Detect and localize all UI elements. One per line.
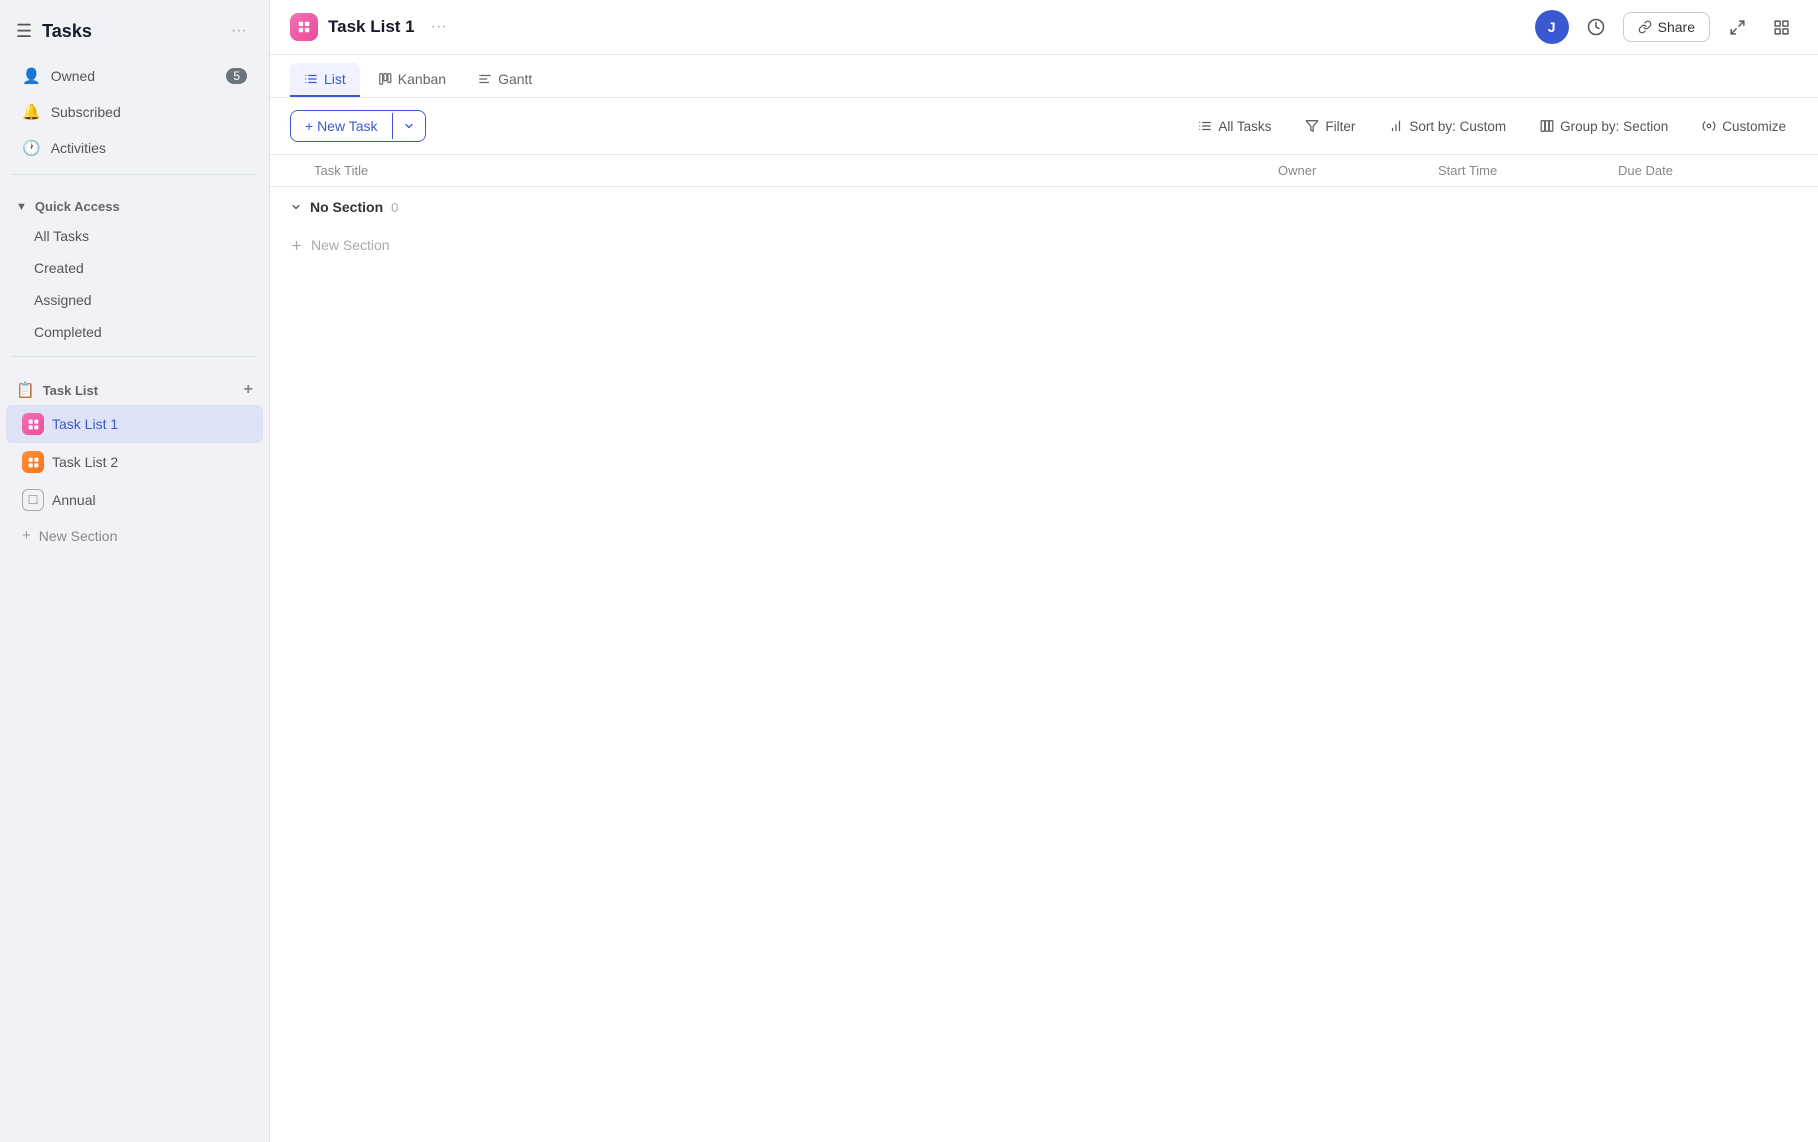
sidebar-item-subscribed[interactable]: 🔔 Subscribed	[6, 94, 263, 130]
filter-label: Filter	[1325, 119, 1355, 134]
tab-gantt[interactable]: Gantt	[464, 63, 546, 97]
sort-label: Sort by: Custom	[1409, 119, 1506, 134]
header-actions: J Share	[1535, 10, 1798, 44]
quick-access-header: ▼ Quick Access	[0, 189, 269, 220]
tab-kanban[interactable]: Kanban	[364, 63, 460, 97]
owned-icon: 👤	[22, 67, 41, 85]
quick-access-label: Quick Access	[35, 199, 120, 214]
layout-icon[interactable]	[1764, 10, 1798, 44]
sidebar: ☰ Tasks ··· 👤 Owned 5 🔔 Subscribed 🕐 Act…	[0, 0, 270, 1142]
view-tabs: List Kanban Gantt	[270, 55, 1818, 98]
group-button[interactable]: Group by: Section	[1528, 112, 1680, 141]
tab-gantt-label: Gantt	[498, 71, 532, 87]
new-task-main[interactable]: + New Task	[291, 111, 392, 141]
sidebar-item-annual[interactable]: ☐ Annual	[6, 481, 263, 519]
main-list-icon	[290, 13, 318, 41]
sidebar-item-task-list-1[interactable]: Task List 1	[6, 405, 263, 443]
filter-button[interactable]: Filter	[1293, 112, 1367, 141]
customize-label: Customize	[1722, 119, 1786, 134]
quick-access-chevron-icon[interactable]: ▼	[16, 201, 27, 213]
column-owner: Owner	[1278, 163, 1438, 178]
add-task-list-icon[interactable]: +	[244, 381, 253, 399]
owned-badge: 5	[226, 68, 247, 84]
activities-icon: 🕐	[22, 139, 41, 157]
main-title-area: Task List 1 ···	[290, 13, 1525, 41]
column-task-title: Task Title	[290, 163, 1278, 178]
add-new-section-btn[interactable]: New Section	[270, 227, 1818, 263]
column-due-date: Due Date	[1618, 163, 1798, 178]
sidebar-item-owned[interactable]: 👤 Owned 5	[6, 58, 263, 94]
expand-icon[interactable]	[1720, 10, 1754, 44]
sidebar-item-completed[interactable]: Completed	[6, 316, 263, 348]
add-new-section-label: New Section	[311, 237, 390, 253]
tab-list-label: List	[324, 71, 346, 87]
all-tasks-label: All Tasks	[1218, 119, 1271, 134]
column-headers: Task Title Owner Start Time Due Date	[270, 155, 1818, 187]
main-title: Task List 1	[328, 17, 415, 37]
tab-list[interactable]: List	[290, 63, 360, 97]
content-area: Task Title Owner Start Time Due Date No …	[270, 155, 1818, 1142]
sidebar-owned-label: Owned	[51, 68, 95, 84]
main-content: Task List 1 ··· J Share	[270, 0, 1818, 1142]
main-more-icon[interactable]: ···	[425, 14, 453, 40]
sidebar-divider-1	[12, 174, 257, 175]
column-start-time: Start Time	[1438, 163, 1618, 178]
sidebar-subscribed-label: Subscribed	[51, 104, 121, 120]
sidebar-title: Tasks	[42, 21, 92, 42]
all-tasks-label: All Tasks	[34, 228, 89, 244]
task-list-2-icon	[22, 451, 44, 473]
share-button[interactable]: Share	[1623, 12, 1710, 42]
sidebar-new-section-btn[interactable]: + New Section	[6, 519, 263, 552]
task-list-icon: 📋	[16, 381, 35, 399]
section-no-section[interactable]: No Section 0	[270, 187, 1818, 227]
avatar[interactable]: J	[1535, 10, 1569, 44]
sort-button[interactable]: Sort by: Custom	[1377, 112, 1518, 141]
new-task-button[interactable]: + New Task	[290, 110, 426, 142]
task-list-label: Task List	[43, 383, 98, 398]
group-label: Group by: Section	[1560, 119, 1668, 134]
sidebar-new-section-plus-icon: +	[22, 527, 31, 544]
task-list-header: 📋 Task List +	[0, 371, 269, 405]
tab-kanban-label: Kanban	[398, 71, 446, 87]
toolbar: + New Task All Tasks F	[270, 98, 1818, 155]
customize-button[interactable]: Customize	[1690, 112, 1798, 141]
sidebar-header: ☰ Tasks ···	[0, 12, 269, 58]
task-list-1-label: Task List 1	[52, 416, 118, 432]
sidebar-activities-label: Activities	[51, 140, 106, 156]
created-label: Created	[34, 260, 84, 276]
new-task-label: + New Task	[305, 118, 378, 134]
no-section-label: No Section	[310, 199, 383, 215]
sidebar-more-icon[interactable]: ···	[225, 18, 253, 44]
annual-icon: ☐	[22, 489, 44, 511]
assigned-label: Assigned	[34, 292, 92, 308]
sidebar-collapse-icon[interactable]: ☰	[16, 21, 32, 42]
subscribed-icon: 🔔	[22, 103, 41, 121]
all-tasks-button[interactable]: All Tasks	[1186, 112, 1283, 141]
sidebar-item-created[interactable]: Created	[6, 252, 263, 284]
sidebar-item-all-tasks[interactable]: All Tasks	[6, 220, 263, 252]
new-task-dropdown[interactable]	[392, 113, 425, 139]
task-list-2-label: Task List 2	[52, 454, 118, 470]
sidebar-item-task-list-2[interactable]: Task List 2	[6, 443, 263, 481]
share-label: Share	[1658, 19, 1695, 35]
task-list-1-icon	[22, 413, 44, 435]
main-header: Task List 1 ··· J Share	[270, 0, 1818, 55]
annual-label: Annual	[52, 492, 96, 508]
completed-label: Completed	[34, 324, 102, 340]
history-icon[interactable]	[1579, 10, 1613, 44]
no-section-count: 0	[391, 200, 398, 215]
sidebar-new-section-label: New Section	[39, 528, 118, 544]
sidebar-item-assigned[interactable]: Assigned	[6, 284, 263, 316]
sidebar-item-activities[interactable]: 🕐 Activities	[6, 130, 263, 166]
sidebar-divider-2	[12, 356, 257, 357]
